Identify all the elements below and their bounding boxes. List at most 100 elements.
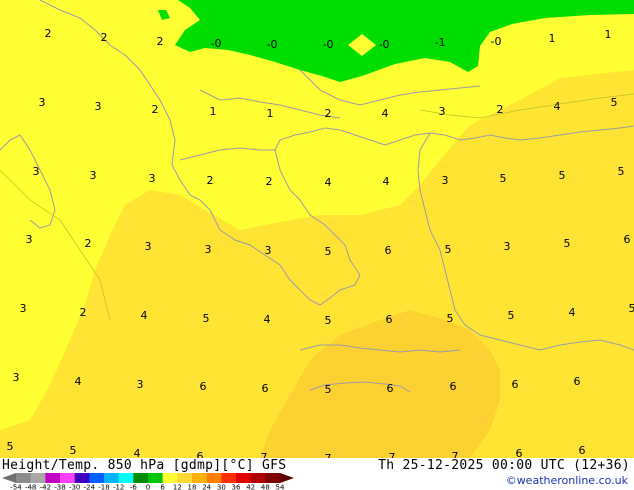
colorbar-tick-label: -18 bbox=[98, 484, 109, 490]
map-value-label: -0 bbox=[267, 38, 278, 51]
colorbar-swatch bbox=[45, 473, 61, 483]
map-value-label: 1 bbox=[605, 28, 612, 41]
map-value-label: 3 bbox=[90, 169, 97, 182]
colorbar-tick-label: 36 bbox=[232, 484, 241, 490]
map-value-label: 4 bbox=[382, 107, 389, 120]
map-value-label: 6 bbox=[450, 380, 457, 393]
map-value-label: 3 bbox=[95, 100, 102, 113]
map-value-label: 5 bbox=[618, 165, 625, 178]
map-value-label: 3 bbox=[26, 233, 33, 246]
map-value-label: 2 bbox=[497, 103, 504, 116]
colorbar-swatch bbox=[89, 473, 105, 483]
map-value-label: 6 bbox=[516, 447, 523, 458]
map-value-label: 2 bbox=[101, 31, 108, 44]
colorbar-ticks: -54 -48 -42 -38 -30 -24 -18 -12 -6 0 6 12 18 24 30 36 42… bbox=[10, 484, 285, 490]
map-value-label: 5 bbox=[70, 444, 77, 457]
colorbar-arrow-left bbox=[2, 473, 16, 483]
colorbar-swatch bbox=[250, 473, 266, 483]
map-value-label: 6 bbox=[574, 375, 581, 388]
map-value-label: 3 bbox=[439, 105, 446, 118]
colorbar-swatch bbox=[30, 473, 46, 483]
map-value-label: 5 bbox=[611, 96, 618, 109]
map-value-label: 2 bbox=[85, 237, 92, 250]
colorbar-swatch bbox=[133, 473, 149, 483]
map-value-label: 4 bbox=[134, 447, 141, 458]
colorbar-tick-label: 30 bbox=[217, 484, 226, 490]
colorbar-swatch bbox=[74, 473, 90, 483]
colorbar-tick-label: 48 bbox=[261, 484, 270, 490]
map-value-label: 2 bbox=[325, 107, 332, 120]
colorbar-tick-label: -54 bbox=[10, 484, 22, 490]
colorbar-tick-label: 6 bbox=[160, 484, 165, 490]
map-value-label: 1 bbox=[549, 32, 556, 45]
map-value-label: 3 bbox=[265, 244, 272, 257]
map-value-label: 3 bbox=[442, 174, 449, 187]
map-svg: 2 2 2 -0 -0 -0 -0 -1 -0 1 1 3 3 2 1 1 2 4 3 2 4 5 3 3 3 2 2 4 4 3 5 5 5 3… bbox=[0, 0, 634, 458]
copyright-link[interactable]: ©weatheronline.co.uk bbox=[506, 474, 628, 487]
colorbar-swatch bbox=[148, 473, 164, 483]
colorbar-tick-label: -48 bbox=[25, 484, 36, 490]
map-value-label: 4 bbox=[554, 100, 561, 113]
colorbar-swatch bbox=[162, 473, 178, 483]
map-value-label: 6 bbox=[386, 313, 393, 326]
colorbar-swatch bbox=[104, 473, 120, 483]
colorbar-swatch bbox=[192, 473, 208, 483]
map-value-label: 2 bbox=[157, 35, 164, 48]
map-value-label: 6 bbox=[579, 444, 586, 457]
footer-bar: Height/Temp. 850 hPa [gdmp][°C] GFS Th 2… bbox=[0, 458, 634, 490]
map-value-label: 3 bbox=[145, 240, 152, 253]
map-value-label: 5 bbox=[564, 237, 571, 250]
colorbar-tick-label: -38 bbox=[54, 484, 65, 490]
map-value-label: 4 bbox=[264, 313, 271, 326]
map-value-label: 6 bbox=[624, 233, 631, 246]
valid-time: Th 25-12-2025 00:00 UTC (12+36) bbox=[378, 458, 630, 473]
map-value-label: 5 bbox=[559, 169, 566, 182]
colorbar-swatch bbox=[118, 473, 134, 483]
map-value-label: -0 bbox=[323, 38, 334, 51]
map-value-label: 1 bbox=[267, 107, 274, 120]
map-value-label: 5 bbox=[325, 383, 332, 396]
map-value-label: 2 bbox=[45, 27, 52, 40]
map-value-label: 5 bbox=[325, 245, 332, 258]
map-value-label: -1 bbox=[435, 36, 446, 49]
colorbar-tick-label: 42 bbox=[246, 484, 255, 490]
colorbar-tick-label: 54 bbox=[276, 484, 285, 490]
map-value-label: 5 bbox=[447, 312, 454, 325]
map-value-label: 6 bbox=[197, 450, 204, 458]
map-value-label: 3 bbox=[39, 96, 46, 109]
map-value-label: 3 bbox=[33, 165, 40, 178]
map-value-label: 6 bbox=[200, 380, 207, 393]
map-value-label: 6 bbox=[385, 244, 392, 257]
colorbar-swatch bbox=[60, 473, 76, 483]
weather-map: 2 2 2 -0 -0 -0 -0 -1 -0 1 1 3 3 2 1 1 2 4 3 2 4 5 3 3 3 2 2 4 4 3 5 5 5 3… bbox=[0, 0, 634, 458]
map-value-label: 2 bbox=[266, 175, 273, 188]
map-value-label: 5 bbox=[325, 314, 332, 327]
map-value-label: -0 bbox=[379, 38, 390, 51]
map-value-label: 3 bbox=[504, 240, 511, 253]
map-value-label: 4 bbox=[383, 175, 390, 188]
map-value-label: 5 bbox=[508, 309, 515, 322]
colorbar-tick-label: 18 bbox=[188, 484, 197, 490]
map-value-label: 7 bbox=[452, 450, 459, 458]
map-value-label: 3 bbox=[137, 378, 144, 391]
map-value-label: 5 bbox=[500, 172, 507, 185]
map-value-label: 4 bbox=[325, 176, 332, 189]
map-value-label: 6 bbox=[512, 378, 519, 391]
map-value-label: 5 bbox=[203, 312, 210, 325]
colorbar-swatch bbox=[16, 473, 32, 483]
map-value-label: -0 bbox=[211, 37, 222, 50]
map-value-label: 4 bbox=[75, 375, 82, 388]
map-value-label: 6 bbox=[262, 382, 269, 395]
colorbar-tick-label: -30 bbox=[69, 484, 80, 490]
colorbar-swatch bbox=[265, 473, 281, 483]
colorbar-tick-label: 24 bbox=[202, 484, 211, 490]
map-value-label: 5 bbox=[7, 440, 14, 453]
map-value-label: 7 bbox=[389, 451, 396, 458]
map-value-label: 5 bbox=[445, 243, 452, 256]
map-value-label: 2 bbox=[207, 174, 214, 187]
map-value-label: -0 bbox=[491, 35, 502, 48]
colorbar-swatches bbox=[2, 473, 294, 483]
map-value-label: 4 bbox=[569, 306, 576, 319]
map-value-label: 2 bbox=[80, 306, 87, 319]
map-value-label: 3 bbox=[20, 302, 27, 315]
